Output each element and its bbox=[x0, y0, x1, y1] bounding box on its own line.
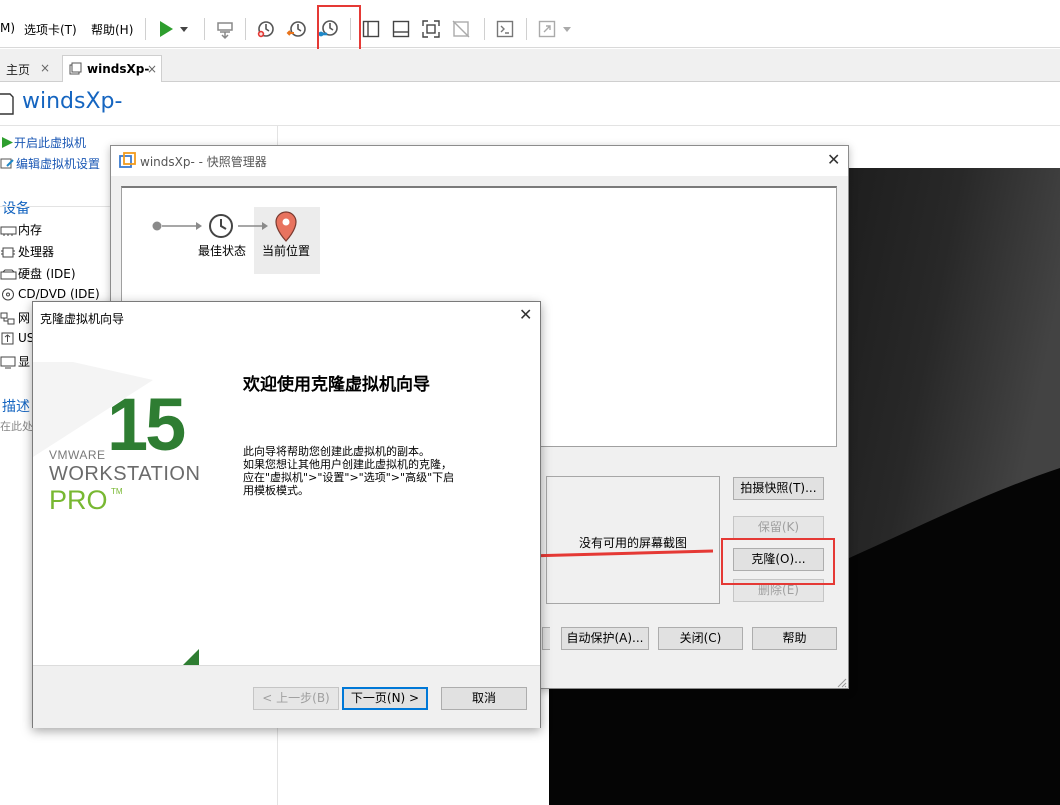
tab-vm-label: windsXp- bbox=[87, 62, 150, 76]
divider bbox=[0, 125, 1060, 126]
toolbar-separator bbox=[245, 18, 246, 40]
clone-wizard-footer: < 上一步(B) 下一页(N) > 取消 bbox=[33, 665, 540, 728]
cd-dvd-icon bbox=[2, 288, 14, 301]
take-snapshot-button[interactable]: 拍摄快照(T)... bbox=[733, 477, 824, 500]
snapshot-chain bbox=[152, 211, 297, 242]
tab-home[interactable]: 主页 × bbox=[0, 55, 58, 82]
vmware-app-icon bbox=[119, 152, 136, 168]
network-icon bbox=[0, 312, 15, 325]
play-icon bbox=[2, 137, 13, 148]
toolbar-separator bbox=[204, 18, 205, 40]
description-line: 应在"虚拟机">"设置">"选项">"高级"下启 bbox=[243, 471, 455, 484]
back-button[interactable]: < 上一步(B) bbox=[253, 687, 339, 710]
close-icon[interactable]: × bbox=[40, 61, 50, 75]
console-icon[interactable] bbox=[494, 18, 516, 40]
toolbar-separator bbox=[526, 18, 527, 40]
vm-doc-icon bbox=[0, 93, 14, 115]
vmware-version-number: 15 bbox=[107, 383, 186, 466]
edit-settings-action[interactable]: 编辑虚拟机设置 bbox=[0, 155, 100, 172]
device-hard-disk[interactable]: 硬盘 (IDE) bbox=[0, 265, 76, 282]
help-button[interactable]: 帮助 bbox=[752, 627, 837, 650]
usb-icon bbox=[1, 332, 14, 345]
tab-vm[interactable]: windsXp- × bbox=[62, 55, 162, 82]
device-label: 处理器 bbox=[18, 245, 55, 259]
power-on-label: 开启此虚拟机 bbox=[14, 136, 87, 150]
snapshot-icon[interactable] bbox=[255, 18, 277, 40]
description-line: 此向导将帮助您创建此虚拟机的副本。 bbox=[243, 445, 430, 458]
processor-icon bbox=[1, 247, 15, 258]
device-display[interactable]: 显 bbox=[0, 353, 30, 370]
library-view-icon[interactable] bbox=[360, 18, 382, 40]
menu-help[interactable]: 帮助(H) bbox=[91, 21, 133, 38]
close-button[interactable]: 关闭(C) bbox=[658, 627, 743, 650]
vmware-logo-text: VMWARE bbox=[49, 448, 106, 462]
toolbar-separator bbox=[145, 18, 146, 40]
fullscreen-icon[interactable] bbox=[420, 18, 442, 40]
device-processor[interactable]: 处理器 bbox=[0, 243, 54, 260]
devices-title: 设备 bbox=[2, 201, 30, 217]
snapshot-manager-title: windsXp- - 快照管理器 bbox=[140, 155, 267, 169]
revert-snapshot-icon[interactable] bbox=[286, 18, 308, 40]
screenshot-preview: 没有可用的屏幕截图 bbox=[546, 476, 720, 604]
device-cd-dvd[interactable]: CD/DVD (IDE) bbox=[0, 287, 100, 301]
trademark-text: TM bbox=[111, 487, 123, 496]
close-icon[interactable]: ✕ bbox=[519, 305, 532, 324]
menu-tabs[interactable]: 选项卡(T) bbox=[24, 21, 77, 38]
device-label: 硬盘 (IDE) bbox=[18, 267, 76, 281]
description-title: 描述 bbox=[2, 399, 30, 415]
device-memory[interactable]: 内存 bbox=[0, 221, 42, 238]
stretch-dropdown-icon[interactable] bbox=[561, 18, 573, 40]
power-on-action[interactable]: 开启此虚拟机 bbox=[0, 134, 86, 151]
keep-button[interactable]: 保留(K) bbox=[733, 516, 824, 539]
device-network[interactable]: 网 bbox=[0, 309, 30, 326]
snapshot-best-state-label[interactable]: 最佳状态 bbox=[198, 242, 246, 259]
unity-icon[interactable] bbox=[450, 18, 472, 40]
edit-settings-icon bbox=[0, 158, 14, 169]
pro-logo-text: PRO bbox=[49, 485, 108, 515]
display-icon bbox=[0, 356, 16, 369]
dropdown-icon[interactable] bbox=[178, 18, 190, 40]
clone-wizard-title: 克隆虚拟机向导 bbox=[40, 312, 125, 326]
next-button[interactable]: 下一页(N) > bbox=[342, 687, 428, 710]
device-label: CD/DVD (IDE) bbox=[18, 287, 100, 301]
description-placeholder[interactable]: 在此处 bbox=[0, 418, 33, 434]
stretch-icon[interactable] bbox=[536, 18, 558, 40]
thumbnail-bar-icon[interactable] bbox=[390, 18, 412, 40]
device-label: 网 bbox=[18, 311, 31, 325]
toolbar-separator bbox=[484, 18, 485, 40]
snapshot-current-location-label[interactable]: 当前位置 bbox=[262, 242, 310, 259]
memory-icon bbox=[0, 226, 17, 236]
close-icon[interactable]: ✕ bbox=[827, 150, 840, 169]
auto-protect-button[interactable]: 自动保护(A)... bbox=[561, 627, 649, 650]
device-label: 显 bbox=[18, 355, 31, 369]
description-line: 如果您想让其他用户创建此虚拟机的克隆， bbox=[243, 458, 452, 471]
send-keys-icon[interactable] bbox=[214, 18, 236, 40]
page-title: windsXp- bbox=[22, 89, 123, 114]
device-usb[interactable]: US bbox=[0, 331, 34, 345]
clone-wizard-description: 此向导将帮助您创建此虚拟机的副本。 如果您想让其他用户创建此虚拟机的克隆， 应在… bbox=[243, 445, 513, 497]
highlight-clone-button bbox=[721, 538, 835, 585]
tab-home-label: 主页 bbox=[6, 63, 31, 77]
clone-wizard-dialog: 克隆虚拟机向导 ✕ 15 VMWARE WORKSTATION PRO TM 欢… bbox=[32, 301, 541, 728]
workstation-logo-text: WORKSTATION bbox=[49, 463, 201, 485]
hard-disk-icon bbox=[0, 269, 17, 280]
cancel-button[interactable]: 取消 bbox=[441, 687, 527, 710]
menu-vm[interactable]: M) bbox=[0, 21, 15, 35]
tab-strip: 主页 × windsXp- × bbox=[0, 49, 1060, 82]
edit-settings-label: 编辑虚拟机设置 bbox=[16, 157, 101, 171]
play-icon[interactable] bbox=[155, 18, 177, 40]
clone-wizard-heading: 欢迎使用克隆虚拟机向导 bbox=[243, 375, 430, 395]
device-label: 内存 bbox=[18, 223, 43, 237]
description-line: 用模板模式。 bbox=[243, 484, 309, 497]
divider bbox=[0, 206, 110, 207]
main-toolbar: M) 选项卡(T) 帮助(H) bbox=[0, 10, 1060, 48]
hidden-button-edge bbox=[542, 627, 550, 650]
close-icon[interactable]: × bbox=[147, 62, 157, 76]
resize-grip-icon[interactable] bbox=[835, 676, 847, 688]
vm-tab-icon bbox=[69, 62, 82, 75]
snapshot-manager-titlebar: windsXp- - 快照管理器 ✕ bbox=[111, 146, 848, 176]
